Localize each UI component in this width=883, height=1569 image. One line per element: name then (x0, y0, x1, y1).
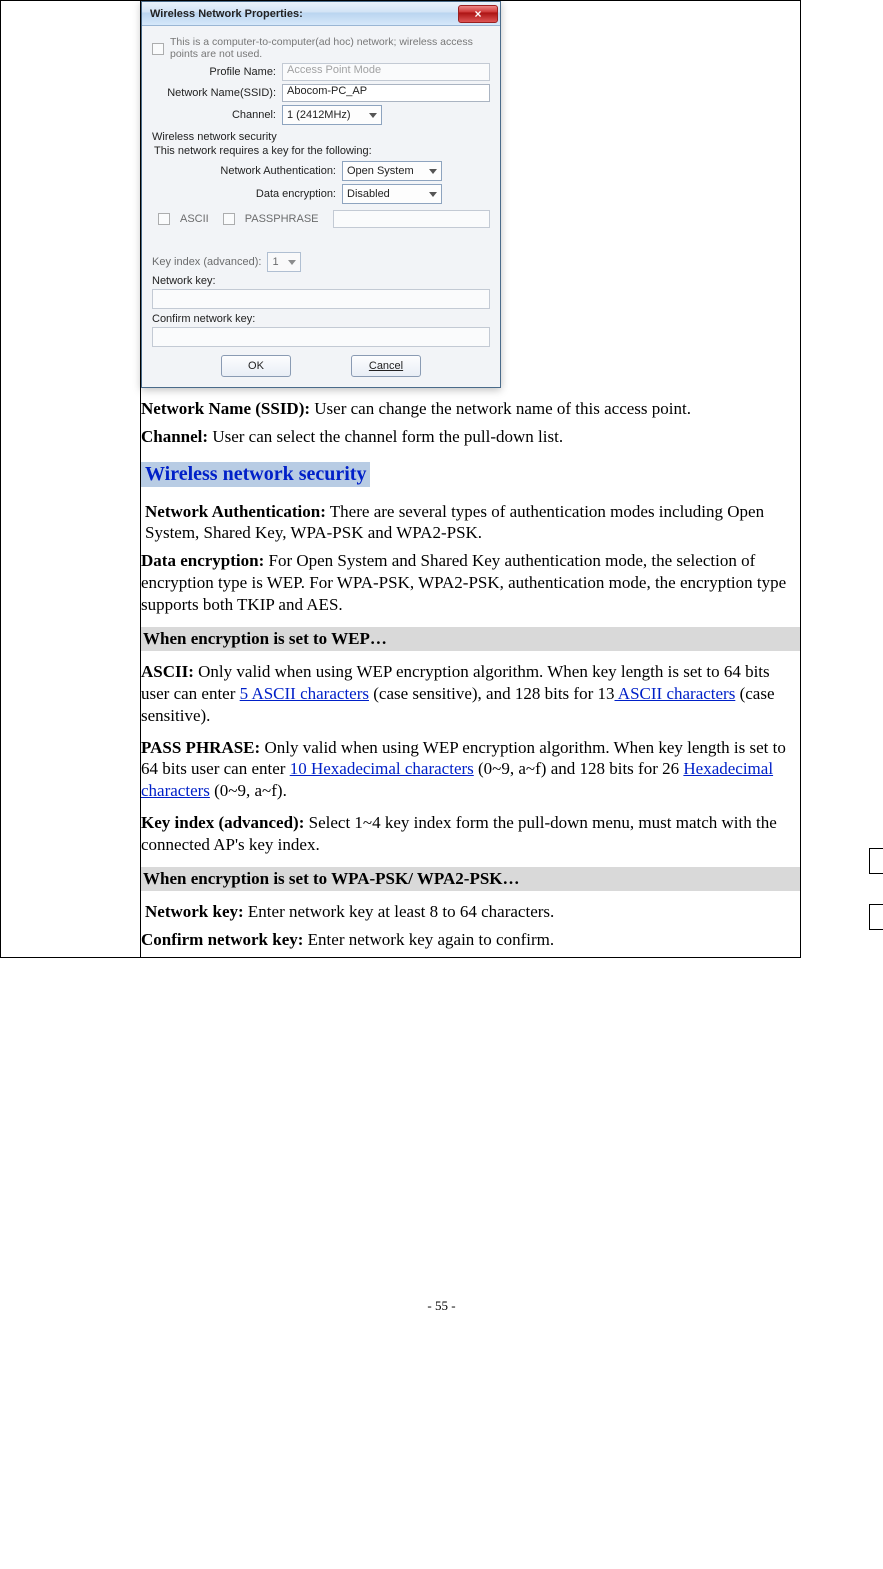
netkey-input[interactable] (152, 289, 490, 309)
confirmkey-label: Confirm network key: (152, 313, 490, 325)
ascii-chk-label: ASCII (180, 213, 209, 225)
margin-mark (869, 848, 883, 874)
ok-button[interactable]: OK (221, 355, 291, 377)
para-confirmkey: Confirm network key: Enter network key a… (141, 929, 800, 951)
auth-select[interactable]: Open System (342, 161, 442, 181)
page-number: - 55 - (0, 1298, 883, 1314)
security-group-title: Wireless network security (152, 131, 490, 143)
para-keyindex: Key index (advanced): Select 1~4 key ind… (141, 812, 800, 856)
heading-wep: When encryption is set to WEP… (141, 627, 800, 651)
cancel-button[interactable]: Cancel (351, 355, 421, 377)
netkey-label: Network key: (152, 275, 490, 287)
para-passphrase: PASS PHRASE: Only valid when using WEP e… (141, 737, 800, 802)
margin-mark (869, 904, 883, 930)
dialog-title: Wireless Network Properties: (150, 8, 303, 20)
para-enc: Data encryption: For Open System and Sha… (141, 550, 800, 615)
heading-wpa: When encryption is set to WPA-PSK/ WPA2-… (141, 867, 800, 891)
adhoc-checkbox[interactable] (152, 43, 164, 55)
auth-label: Network Authentication: (152, 165, 342, 177)
channel-select[interactable]: 1 (2412MHz) (282, 105, 382, 125)
keyindex-label: Key index (advanced): (152, 256, 261, 268)
profile-name-input[interactable]: Access Point Mode (282, 63, 490, 81)
link-10-hex[interactable]: 10 Hexadecimal characters (290, 759, 474, 778)
para-netkey: Network key: Enter network key at least … (141, 901, 800, 923)
ascii-checkbox[interactable] (158, 213, 170, 225)
ssid-input[interactable]: Abocom-PC_AP (282, 84, 490, 102)
passphrase-input[interactable] (333, 210, 490, 228)
wireless-properties-dialog: Wireless Network Properties: × This is a… (141, 1, 501, 388)
ssid-label: Network Name(SSID): (152, 87, 282, 99)
close-icon[interactable]: × (458, 5, 498, 23)
para-channel: Channel: User can select the channel for… (141, 426, 800, 448)
enc-select[interactable]: Disabled (342, 184, 442, 204)
para-ascii: ASCII: Only valid when using WEP encrypt… (141, 661, 800, 726)
dialog-titlebar: Wireless Network Properties: × (142, 2, 500, 26)
enc-label: Data encryption: (152, 188, 342, 200)
confirmkey-input[interactable] (152, 327, 490, 347)
security-sub: This network requires a key for the foll… (154, 145, 490, 157)
para-ssid: Network Name (SSID): User can change the… (141, 398, 800, 420)
keyindex-select[interactable]: 1 (267, 252, 301, 272)
passphrase-checkbox[interactable] (223, 213, 235, 225)
adhoc-label: This is a computer-to-computer(ad hoc) n… (170, 37, 490, 60)
profile-name-label: Profile Name: (152, 66, 282, 78)
link-13-ascii[interactable]: ASCII characters (614, 684, 735, 703)
link-5-ascii[interactable]: 5 ASCII characters (240, 684, 369, 703)
section-wireless-security: Wireless network security (141, 462, 370, 487)
passphrase-chk-label: PASSPHRASE (245, 213, 319, 225)
channel-label: Channel: (152, 109, 282, 121)
para-auth: Network Authentication: There are severa… (141, 501, 800, 545)
